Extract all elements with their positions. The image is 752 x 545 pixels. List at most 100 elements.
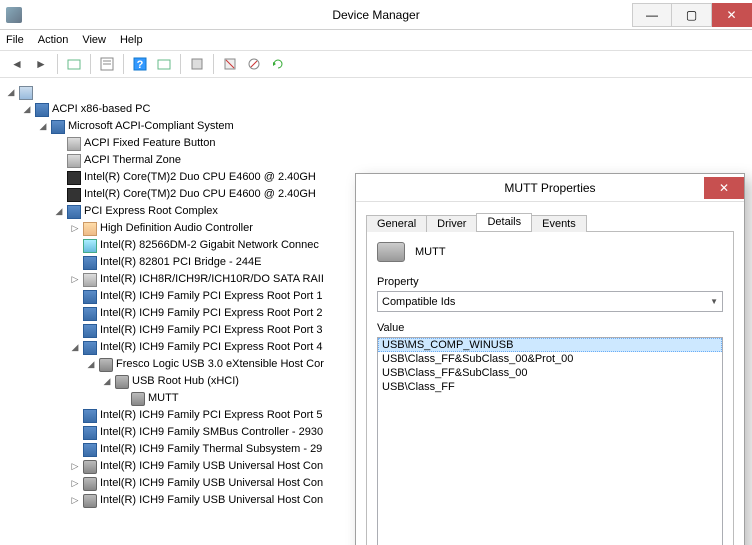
system-icon <box>67 205 81 219</box>
tree-label: Intel(R) ICH9 Family PCI Express Root Po… <box>100 407 323 424</box>
properties-dialog: MUTT Properties ✕ General Driver Details… <box>355 173 745 545</box>
expand-icon[interactable]: ◢ <box>102 373 112 390</box>
properties-icon[interactable] <box>96 53 118 75</box>
chevron-down-icon: ▼ <box>710 297 718 306</box>
menubar: File Action View Help <box>0 30 752 50</box>
tree-item-acpi-sys[interactable]: ◢Microsoft ACPI-Compliant System <box>38 118 746 135</box>
toolbar-separator <box>90 54 91 74</box>
refresh-icon[interactable] <box>267 53 289 75</box>
disk-icon <box>83 273 97 287</box>
content-area: ◢ ◢ACPI x86-based PC ◢Microsoft ACPI-Com… <box>0 78 752 545</box>
toolbar-separator <box>123 54 124 74</box>
uninstall-icon[interactable] <box>219 53 241 75</box>
tab-details[interactable]: Details <box>476 213 532 231</box>
audio-icon <box>83 222 97 236</box>
system-icon <box>51 120 65 134</box>
tab-driver[interactable]: Driver <box>426 215 477 232</box>
list-item[interactable]: USB\Class_FF&SubClass_00 <box>378 366 722 380</box>
tree-label: Intel(R) ICH9 Family USB Universal Host … <box>100 492 323 509</box>
device-icon <box>67 137 81 151</box>
expand-icon[interactable]: ◢ <box>54 203 64 220</box>
expand-icon[interactable]: ▷ <box>70 220 80 237</box>
tab-general[interactable]: General <box>366 215 427 232</box>
tree-label: MUTT <box>148 390 179 407</box>
system-icon <box>83 443 97 457</box>
expand-icon[interactable]: ◢ <box>70 339 80 356</box>
toolbar-separator <box>180 54 181 74</box>
expand-icon[interactable]: ◢ <box>22 101 32 118</box>
tree-label: Intel(R) ICH9 Family PCI Express Root Po… <box>100 305 323 322</box>
forward-button[interactable]: ► <box>30 53 52 75</box>
expand-icon[interactable]: ◢ <box>6 84 16 101</box>
tree-label: Intel(R) 82566DM-2 Gigabit Network Conne… <box>100 237 319 254</box>
property-label: Property <box>377 276 723 288</box>
expand-icon[interactable]: ◢ <box>86 356 96 373</box>
toolbar-separator <box>57 54 58 74</box>
disable-icon[interactable] <box>243 53 265 75</box>
tree-label: USB Root Hub (xHCI) <box>132 373 239 390</box>
maximize-button[interactable]: ▢ <box>672 3 712 27</box>
usb-icon <box>131 392 145 406</box>
scan-icon[interactable] <box>153 53 175 75</box>
value-label: Value <box>377 322 723 334</box>
window-controls: — ▢ ✕ <box>632 3 752 27</box>
expand-icon[interactable]: ◢ <box>38 118 48 135</box>
dialog-close-button[interactable]: ✕ <box>704 177 744 199</box>
tree-label: High Definition Audio Controller <box>100 220 253 237</box>
system-icon <box>83 341 97 355</box>
minimize-button[interactable]: — <box>632 3 672 27</box>
menu-file[interactable]: File <box>6 34 24 46</box>
tree-label: Intel(R) ICH9 Family USB Universal Host … <box>100 458 323 475</box>
network-icon <box>83 239 97 253</box>
expand-icon[interactable]: ▷ <box>70 271 80 288</box>
list-item[interactable]: USB\Class_FF&SubClass_00&Prot_00 <box>378 352 722 366</box>
tree-label: ACPI x86-based PC <box>52 101 150 118</box>
list-item[interactable]: USB\Class_FF <box>378 380 722 394</box>
update-driver-icon[interactable] <box>186 53 208 75</box>
tree-label: ACPI Thermal Zone <box>84 152 181 169</box>
list-item[interactable]: USB\MS_COMP_WINUSB <box>378 338 722 352</box>
tree-item-acpi-pc[interactable]: ◢ ACPI x86-based PC <box>22 101 746 118</box>
system-icon <box>83 324 97 338</box>
tree-label: Intel(R) ICH9 Family PCI Express Root Po… <box>100 339 323 356</box>
back-button[interactable]: ◄ <box>6 53 28 75</box>
tab-strip: General Driver Details Events <box>366 210 734 232</box>
tree-label: Intel(R) ICH9 Family PCI Express Root Po… <box>100 288 323 305</box>
help-icon[interactable]: ? <box>129 53 151 75</box>
toolbar-separator <box>213 54 214 74</box>
tree-label: Fresco Logic USB 3.0 eXtensible Host Cor <box>116 356 324 373</box>
tree-root[interactable]: ◢ <box>6 84 746 101</box>
system-icon <box>83 256 97 270</box>
svg-text:?: ? <box>137 59 144 71</box>
menu-help[interactable]: Help <box>120 34 143 46</box>
tree-label: ACPI Fixed Feature Button <box>84 135 215 152</box>
menu-action[interactable]: Action <box>38 34 69 46</box>
dialog-body: General Driver Details Events MUTT Prope… <box>356 202 744 545</box>
expand-icon[interactable]: ▷ <box>70 458 80 475</box>
system-icon <box>83 290 97 304</box>
tree-label: Intel(R) ICH9 Family PCI Express Root Po… <box>100 322 323 339</box>
usb-icon <box>83 494 97 508</box>
value-listbox[interactable]: USB\MS_COMP_WINUSB USB\Class_FF&SubClass… <box>377 337 723 545</box>
tree-item[interactable]: ACPI Fixed Feature Button <box>54 135 746 152</box>
menu-view[interactable]: View <box>82 34 106 46</box>
system-icon <box>83 426 97 440</box>
tab-events[interactable]: Events <box>531 215 587 232</box>
expand-icon[interactable]: ▷ <box>70 475 80 492</box>
usb-icon <box>115 375 129 389</box>
usb-device-icon <box>377 242 405 262</box>
usb-icon <box>83 460 97 474</box>
window-title: Device Manager <box>332 8 419 22</box>
tree-label: Intel(R) ICH9 Family USB Universal Host … <box>100 475 323 492</box>
property-dropdown[interactable]: Compatible Ids ▼ <box>377 291 723 312</box>
close-button[interactable]: ✕ <box>712 3 752 27</box>
expand-icon[interactable]: ▷ <box>70 492 80 509</box>
show-hidden-icon[interactable] <box>63 53 85 75</box>
tree-label: Intel(R) Core(TM)2 Duo CPU E4600 @ 2.40G… <box>84 186 316 203</box>
dialog-titlebar[interactable]: MUTT Properties ✕ <box>356 174 744 202</box>
tree-label: PCI Express Root Complex <box>84 203 218 220</box>
tree-item[interactable]: ACPI Thermal Zone <box>54 152 746 169</box>
titlebar: Device Manager — ▢ ✕ <box>0 0 752 30</box>
device-icon <box>67 154 81 168</box>
app-icon <box>6 7 22 23</box>
